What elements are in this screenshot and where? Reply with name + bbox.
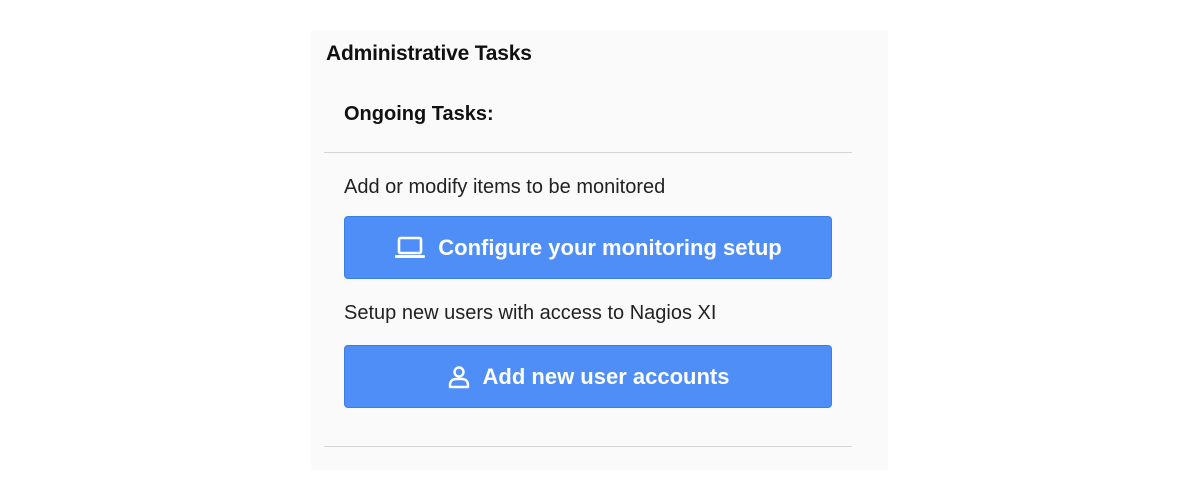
- panel-title: Administrative Tasks: [326, 42, 532, 65]
- add-user-accounts-button[interactable]: Add new user accounts: [344, 345, 832, 408]
- user-icon: [447, 365, 471, 389]
- configure-task-description: Add or modify items to be monitored: [344, 176, 666, 198]
- top-divider: [324, 152, 852, 153]
- user-task-description: Setup new users with access to Nagios XI: [344, 302, 717, 324]
- laptop-icon: [394, 235, 426, 261]
- add-user-accounts-button-label: Add new user accounts: [482, 363, 730, 389]
- bottom-divider: [324, 446, 852, 447]
- configure-monitoring-button[interactable]: Configure your monitoring setup: [344, 216, 832, 279]
- configure-monitoring-button-label: Configure your monitoring setup: [438, 234, 782, 260]
- ongoing-tasks-heading: Ongoing Tasks:: [344, 103, 494, 125]
- administrative-tasks-panel: Administrative Tasks Ongoing Tasks: Add …: [311, 30, 888, 470]
